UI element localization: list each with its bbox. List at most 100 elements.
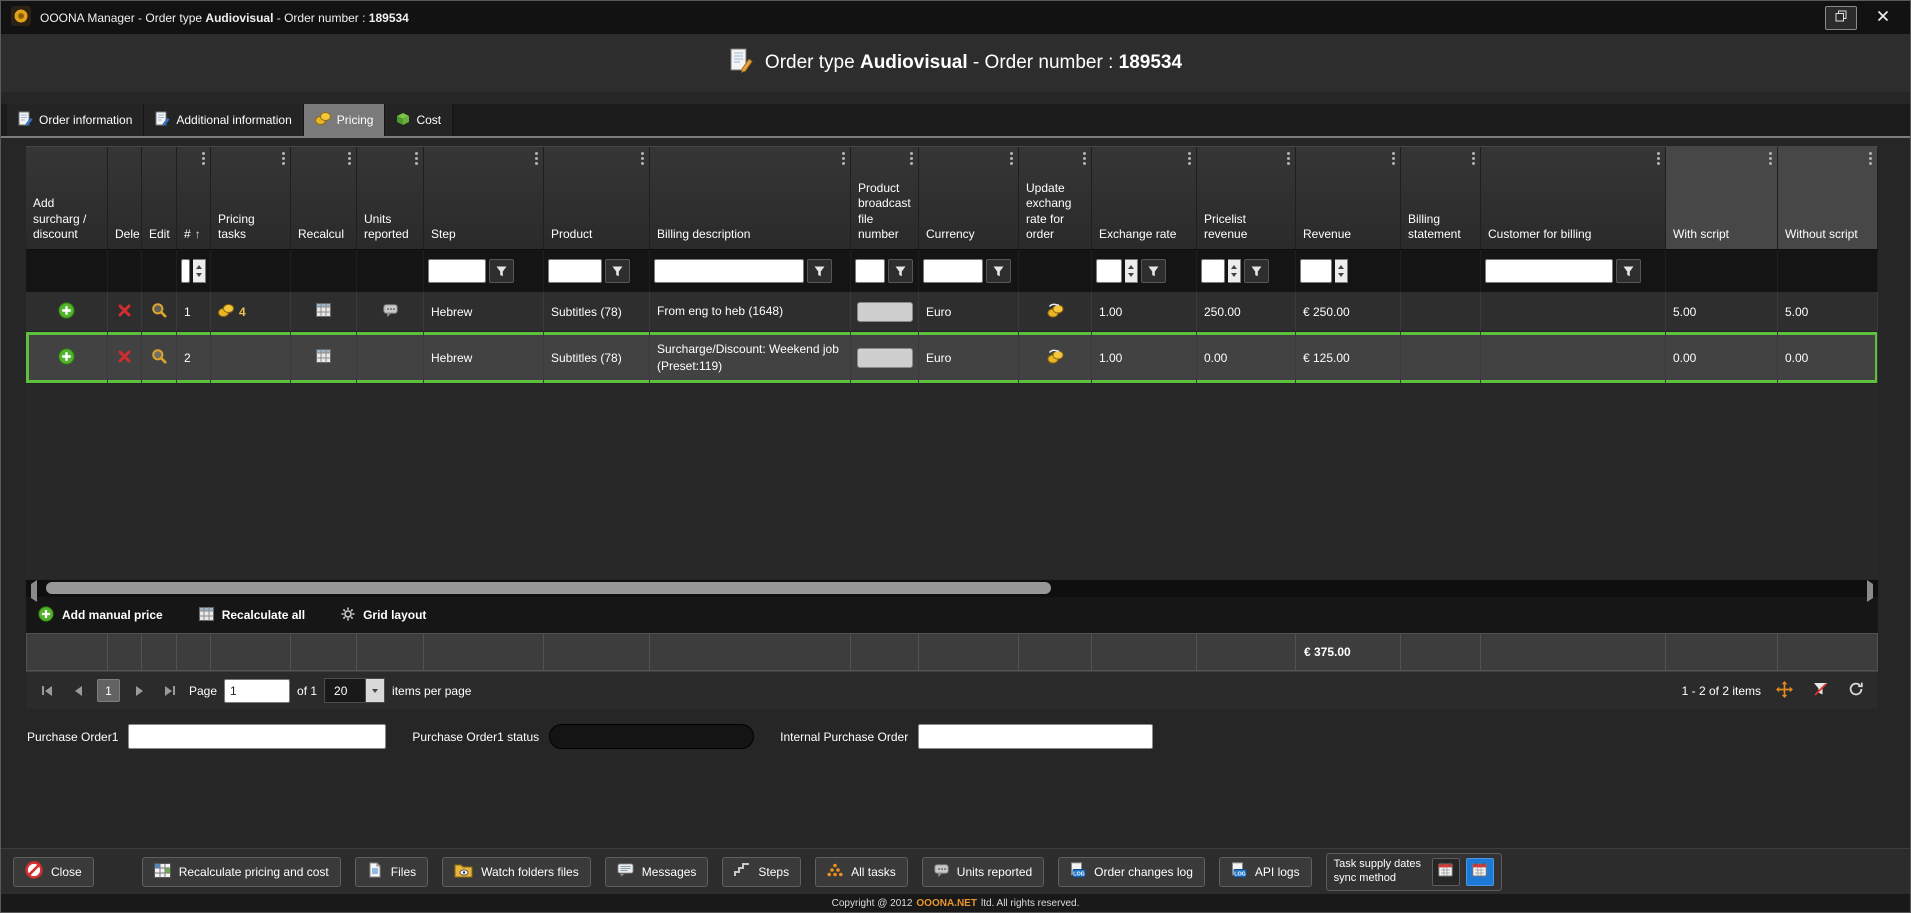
column-menu-icon[interactable] xyxy=(1869,152,1872,165)
order-changes-log-button[interactable]: LOGOrder changes log xyxy=(1058,857,1205,887)
col-header-step[interactable]: Step xyxy=(424,147,544,249)
messages-button[interactable]: Messages xyxy=(605,857,709,887)
col-header-without-script[interactable]: Without script xyxy=(1778,147,1878,249)
filter-funnel-button[interactable] xyxy=(1616,259,1641,283)
page-size-select[interactable]: 20 xyxy=(324,678,385,703)
number-spinner[interactable] xyxy=(1335,259,1348,283)
close-window-button[interactable] xyxy=(1866,5,1900,31)
clear-filters-button[interactable] xyxy=(1807,678,1833,704)
number-spinner[interactable] xyxy=(1228,259,1241,283)
api-logs-button[interactable]: LOGAPI logs xyxy=(1219,857,1312,887)
close-button[interactable]: Close xyxy=(13,857,94,887)
filter-input-number[interactable] xyxy=(181,259,190,283)
col-header-customer-for-billing[interactable]: Customer for billing xyxy=(1481,147,1666,249)
filter-funnel-button[interactable] xyxy=(807,259,832,283)
files-button[interactable]: Files xyxy=(355,857,428,887)
col-header-currency[interactable]: Currency xyxy=(919,147,1019,249)
first-page-button[interactable] xyxy=(35,679,59,703)
scroll-left-arrow-icon[interactable] xyxy=(31,584,37,598)
recalculate-grid-icon[interactable] xyxy=(316,349,331,366)
col-header-billing-description[interactable]: Billing description xyxy=(650,147,851,249)
filter-funnel-button[interactable] xyxy=(986,259,1011,283)
last-page-button[interactable] xyxy=(158,679,182,703)
col-header-add-surcharge-discount[interactable]: Add surcharg / discount xyxy=(26,147,108,249)
current-page-button[interactable]: 1 xyxy=(97,679,120,702)
update-exchange-rate-icon[interactable] xyxy=(1047,303,1064,321)
purchase-order1-input[interactable] xyxy=(128,724,386,749)
column-menu-icon[interactable] xyxy=(1657,152,1660,165)
col-header-units-reported[interactable]: Units reported xyxy=(357,147,424,249)
col-header-pricelist-revenue[interactable]: Pricelist revenue xyxy=(1197,147,1296,249)
col-header-number[interactable]: #↑ xyxy=(177,147,211,249)
col-header-exchange-rate[interactable]: Exchange rate xyxy=(1092,147,1197,249)
refresh-button[interactable] xyxy=(1843,678,1869,704)
column-menu-icon[interactable] xyxy=(1188,152,1191,165)
column-menu-icon[interactable] xyxy=(1392,152,1395,165)
col-header-delete[interactable]: Dele xyxy=(108,147,142,249)
column-menu-icon[interactable] xyxy=(202,152,205,165)
column-menu-icon[interactable] xyxy=(1769,152,1772,165)
col-header-recalculate[interactable]: Recalcul xyxy=(291,147,357,249)
update-exchange-rate-icon[interactable] xyxy=(1047,349,1064,367)
previous-page-button[interactable] xyxy=(66,679,90,703)
filter-input-revenue[interactable] xyxy=(1300,259,1332,283)
col-header-pricing-tasks[interactable]: Pricing tasks xyxy=(211,147,291,249)
column-menu-icon[interactable] xyxy=(415,152,418,165)
watch-folders-files-button[interactable]: Watch folders files xyxy=(442,857,591,887)
sync-method-calendar-button[interactable] xyxy=(1432,858,1460,886)
restore-window-button[interactable] xyxy=(1825,6,1857,30)
delete-icon[interactable] xyxy=(118,304,131,320)
column-menu-icon[interactable] xyxy=(348,152,351,165)
edit-magnifier-icon[interactable] xyxy=(151,348,167,367)
filter-input-product[interactable] xyxy=(548,259,602,283)
units-reported-button[interactable]: Units reported xyxy=(922,857,1044,887)
filter-funnel-button[interactable] xyxy=(888,259,913,283)
column-menu-icon[interactable] xyxy=(910,152,913,165)
units-reported-bubble-icon[interactable] xyxy=(383,304,398,320)
tab-cost[interactable]: Cost xyxy=(385,104,453,136)
add-surcharge-icon[interactable] xyxy=(58,302,75,322)
filter-input-currency[interactable] xyxy=(923,259,983,283)
tab-order-information[interactable]: Order information xyxy=(7,104,144,136)
col-header-product-broadcast-file-number[interactable]: Product broadcast file number xyxy=(851,147,919,249)
pricing-tasks-coins-icon[interactable] xyxy=(218,304,234,320)
filter-funnel-button[interactable] xyxy=(489,259,514,283)
horizontal-scrollbar[interactable] xyxy=(26,580,1878,597)
number-spinner[interactable] xyxy=(1125,259,1138,283)
scroll-right-arrow-icon[interactable] xyxy=(1867,584,1873,598)
col-header-with-script[interactable]: With script xyxy=(1666,147,1778,249)
page-number-input[interactable] xyxy=(224,679,290,703)
column-menu-icon[interactable] xyxy=(282,152,285,165)
steps-button[interactable]: Steps xyxy=(722,857,801,887)
next-page-button[interactable] xyxy=(127,679,151,703)
column-menu-icon[interactable] xyxy=(1010,152,1013,165)
filter-funnel-button[interactable] xyxy=(1244,259,1269,283)
col-header-billing-statement[interactable]: Billing statement xyxy=(1401,147,1481,249)
col-header-update-exchange-rate[interactable]: Update exchang rate for order xyxy=(1019,147,1092,249)
col-header-edit[interactable]: Edit xyxy=(142,147,177,249)
broadcast-file-input[interactable] xyxy=(857,348,913,368)
column-menu-icon[interactable] xyxy=(1287,152,1290,165)
brand-link[interactable]: OOONA.NET xyxy=(916,898,977,909)
add-surcharge-icon[interactable] xyxy=(58,348,75,368)
filter-input-pricelist-revenue[interactable] xyxy=(1201,259,1225,283)
recalculate-grid-icon[interactable] xyxy=(316,303,331,320)
scrollbar-thumb[interactable] xyxy=(46,582,1051,594)
column-menu-icon[interactable] xyxy=(641,152,644,165)
recalculate-all-button[interactable]: Recalculate all xyxy=(199,607,305,624)
chevron-down-icon[interactable] xyxy=(366,678,385,703)
filter-funnel-button[interactable] xyxy=(1141,259,1166,283)
all-tasks-button[interactable]: All tasks xyxy=(815,857,908,887)
col-header-revenue[interactable]: Revenue xyxy=(1296,147,1401,249)
filter-input-step[interactable] xyxy=(428,259,486,283)
delete-icon[interactable] xyxy=(118,350,131,366)
tab-pricing[interactable]: Pricing xyxy=(304,104,386,136)
column-menu-icon[interactable] xyxy=(1083,152,1086,165)
recalculate-pricing-cost-button[interactable]: Recalculate pricing and cost xyxy=(142,857,341,887)
filter-input-broadcast-number[interactable] xyxy=(855,259,885,283)
column-menu-icon[interactable] xyxy=(535,152,538,165)
sync-method-calendar-selected-button[interactable] xyxy=(1466,858,1494,886)
column-menu-icon[interactable] xyxy=(842,152,845,165)
filter-input-customer[interactable] xyxy=(1485,259,1613,283)
edit-magnifier-icon[interactable] xyxy=(151,302,167,321)
